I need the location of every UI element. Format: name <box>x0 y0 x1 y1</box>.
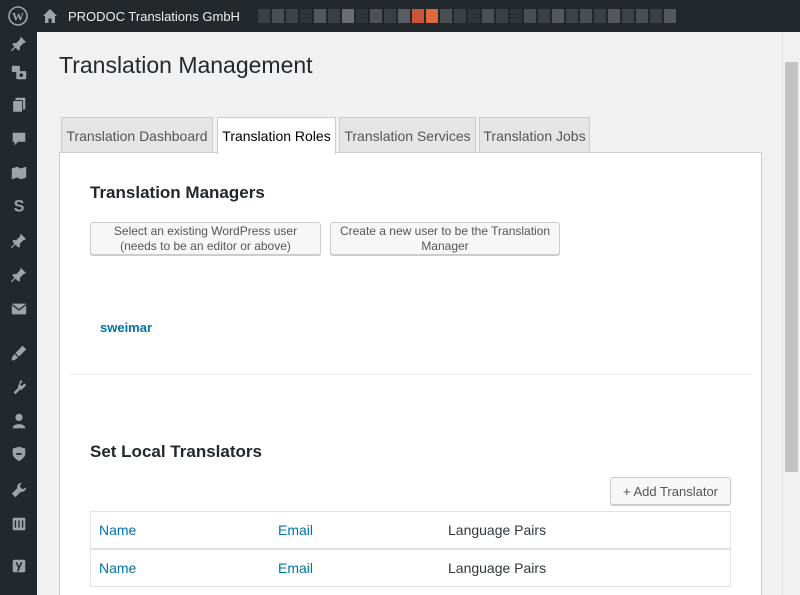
pages-icon[interactable] <box>0 93 37 117</box>
comments-icon[interactable] <box>0 127 37 151</box>
main-content: Translation Management Translation Dashb… <box>37 32 782 595</box>
redacted-block <box>537 9 550 23</box>
redacted-area <box>257 9 678 23</box>
pin-icon[interactable] <box>0 229 37 253</box>
redacted-block <box>467 9 480 23</box>
local-translators-heading: Set Local Translators <box>90 442 262 461</box>
media-icon[interactable] <box>0 60 37 84</box>
redacted-block <box>439 9 452 23</box>
yoast-icon[interactable] <box>0 554 37 578</box>
redacted-block <box>481 9 494 23</box>
tab-translation-services[interactable]: Translation Services <box>339 117 476 153</box>
user-icon[interactable] <box>0 409 37 433</box>
name-column-header[interactable]: Name <box>99 522 136 538</box>
translators-table-header: Name Email Language Pairs <box>90 511 731 549</box>
wordpress-logo-icon[interactable]: W <box>0 0 36 32</box>
svg-text:W: W <box>12 10 24 24</box>
roles-panel: Translation Managers Select an existing … <box>59 152 762 595</box>
page-scrollbar[interactable] <box>782 32 800 595</box>
page-title: Translation Management <box>59 52 313 78</box>
redacted-block <box>397 9 410 23</box>
translators-table-footer: Name Email Language Pairs <box>90 549 731 587</box>
scrollbar-thumb[interactable] <box>785 62 798 472</box>
redacted-block <box>355 9 368 23</box>
tab-translation-roles[interactable]: Translation Roles <box>217 117 336 154</box>
redacted-block <box>509 9 522 23</box>
wrench-icon[interactable] <box>0 478 37 502</box>
redacted-block <box>299 9 312 23</box>
plugin-icon[interactable] <box>0 375 37 399</box>
translation-manager-user-link[interactable]: sweimar <box>100 320 152 335</box>
redacted-block <box>453 9 466 23</box>
home-icon[interactable] <box>36 0 64 32</box>
admin-bar: W PRODOC Translations GmbH <box>0 0 800 32</box>
pin-icon[interactable] <box>0 32 37 56</box>
select-existing-user-button[interactable]: Select an existing WordPress user (needs… <box>90 222 321 255</box>
redacted-block <box>649 9 662 23</box>
name-column-footer[interactable]: Name <box>99 560 136 576</box>
admin-side-menu: S <box>0 32 37 595</box>
redacted-block <box>369 9 382 23</box>
pin-icon[interactable] <box>0 263 37 287</box>
settings-icon[interactable] <box>0 512 37 536</box>
redacted-block <box>551 9 564 23</box>
section-divider <box>70 374 752 375</box>
redacted-block <box>383 9 396 23</box>
brush-icon[interactable] <box>0 341 37 365</box>
translation-icon[interactable] <box>0 161 37 185</box>
redacted-block <box>411 9 424 23</box>
redacted-block <box>495 9 508 23</box>
svg-text:S: S <box>13 197 24 214</box>
create-new-user-button[interactable]: Create a new user to be the Translation … <box>330 222 560 255</box>
mail-icon[interactable] <box>0 297 37 321</box>
email-column-header[interactable]: Email <box>278 522 313 538</box>
redacted-block <box>271 9 284 23</box>
redacted-block <box>257 9 270 23</box>
redacted-block <box>285 9 298 23</box>
tab-translation-jobs[interactable]: Translation Jobs <box>479 117 590 153</box>
redacted-block <box>579 9 592 23</box>
redacted-block <box>621 9 634 23</box>
redacted-block <box>635 9 648 23</box>
email-column-footer[interactable]: Email <box>278 560 313 576</box>
redacted-block <box>313 9 326 23</box>
redacted-block <box>425 9 438 23</box>
redacted-block <box>565 9 578 23</box>
site-name-link[interactable]: PRODOC Translations GmbH <box>64 9 240 24</box>
language-pairs-column-footer: Language Pairs <box>448 560 547 576</box>
translation-managers-heading: Translation Managers <box>90 183 265 202</box>
redacted-block <box>663 9 676 23</box>
shield-icon[interactable] <box>0 442 37 466</box>
s-logo-icon[interactable]: S <box>0 193 37 217</box>
add-translator-button[interactable]: + Add Translator <box>610 477 731 505</box>
redacted-block <box>593 9 606 23</box>
redacted-block <box>607 9 620 23</box>
tab-translation-dashboard[interactable]: Translation Dashboard <box>61 117 213 153</box>
language-pairs-column-header: Language Pairs <box>448 522 547 538</box>
redacted-block <box>523 9 536 23</box>
redacted-block <box>327 9 340 23</box>
redacted-block <box>341 9 354 23</box>
